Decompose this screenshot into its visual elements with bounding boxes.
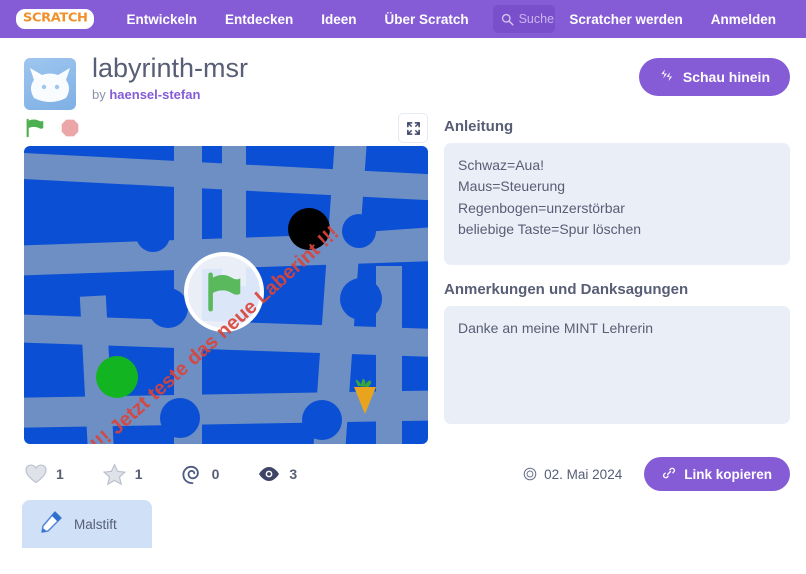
search-placeholder: Suche: [519, 12, 554, 26]
notes-heading: Anmerkungen und Danksagungen: [444, 281, 790, 298]
project-stats-row: 1 1 0 3 02. Mai 2024: [0, 444, 806, 492]
favorites-stat[interactable]: 1: [102, 462, 143, 487]
stage-controls: [24, 110, 428, 146]
maze-blob: [340, 278, 382, 320]
sprite-card-malstift[interactable]: Malstift: [22, 500, 152, 548]
clock-icon: [523, 467, 537, 481]
favorites-count: 1: [135, 466, 143, 482]
loves-count: 1: [56, 466, 64, 482]
remixes-count: 0: [212, 466, 220, 482]
green-ball-sprite: [96, 356, 138, 398]
project-stage[interactable]: !!! Jetzt teste das neue Laberint !!!: [24, 146, 428, 444]
fullscreen-button[interactable]: [398, 113, 428, 143]
project-title-group: labyrinth-msr by haensel-stefan: [92, 54, 248, 102]
project-author: by haensel-stefan: [92, 87, 248, 102]
maze-blob: [160, 398, 200, 438]
top-navigation-bar: SCRATCH Entwickeln Entdecken Ideen Über …: [0, 0, 806, 38]
heart-icon: [24, 462, 48, 486]
maze-blob: [302, 400, 342, 440]
by-label: by: [92, 87, 106, 102]
nav-right-group: Scratcher werden Anmelden: [555, 12, 790, 27]
author-link[interactable]: haensel-stefan: [109, 87, 200, 102]
nav-item-entwickeln[interactable]: Entwickeln: [112, 12, 211, 27]
search-input[interactable]: Suche: [493, 5, 556, 33]
nav-item-anmelden[interactable]: Anmelden: [697, 12, 790, 27]
pen-icon: [34, 509, 64, 539]
avatar[interactable]: [24, 58, 76, 110]
copy-link-button[interactable]: Link kopieren: [644, 457, 790, 491]
scratch-logo[interactable]: SCRATCH: [16, 9, 94, 29]
link-icon: [662, 466, 676, 483]
nav-item-ueber-scratch[interactable]: Über Scratch: [371, 12, 483, 27]
search-icon: [501, 13, 514, 26]
page-title: labyrinth-msr: [92, 54, 248, 82]
instructions-panel: Schwaz=Aua! Maus=Steuerung Regenbogen=un…: [444, 143, 790, 265]
eye-icon: [257, 462, 281, 486]
cat-avatar-icon: [28, 66, 72, 106]
see-inside-icon: [659, 68, 674, 86]
expand-icon: [406, 121, 421, 136]
see-inside-label: Schau hinein: [683, 69, 770, 85]
nav-item-scratcher-werden[interactable]: Scratcher werden: [555, 12, 696, 27]
remixes-stat[interactable]: 0: [181, 463, 220, 486]
scratch-logo-text: SCRATCH: [23, 13, 87, 25]
sprite-name: Malstift: [74, 517, 117, 532]
see-inside-button[interactable]: Schau hinein: [639, 58, 790, 96]
instructions-heading: Anleitung: [444, 118, 790, 135]
views-count: 3: [289, 466, 297, 482]
info-column: Anleitung Schwaz=Aua! Maus=Steuerung Reg…: [444, 110, 790, 444]
nav-item-ideen[interactable]: Ideen: [307, 12, 370, 27]
notes-panel: Danke an meine MINT Lehrerin: [444, 306, 790, 424]
project-header: labyrinth-msr by haensel-stefan Schau hi…: [0, 38, 806, 110]
maze-blob: [342, 214, 376, 248]
carrot-sprite: [348, 376, 382, 418]
project-date: 02. Mai 2024: [523, 467, 622, 482]
remix-spiral-icon: [181, 463, 204, 486]
main-content: !!! Jetzt teste das neue Laberint !!! An…: [0, 110, 806, 444]
stage-column: !!! Jetzt teste das neue Laberint !!!: [24, 110, 428, 444]
loves-stat[interactable]: 1: [24, 462, 64, 486]
project-date-text: 02. Mai 2024: [544, 467, 622, 482]
stop-button-icon[interactable]: [60, 118, 80, 138]
star-icon: [102, 462, 127, 487]
maze-blob: [148, 288, 188, 328]
maze-blob: [136, 218, 170, 252]
green-flag-icon[interactable]: [24, 117, 46, 139]
nav-item-entdecken[interactable]: Entdecken: [211, 12, 307, 27]
views-stat: 3: [257, 462, 297, 486]
copy-link-label: Link kopieren: [684, 467, 772, 482]
